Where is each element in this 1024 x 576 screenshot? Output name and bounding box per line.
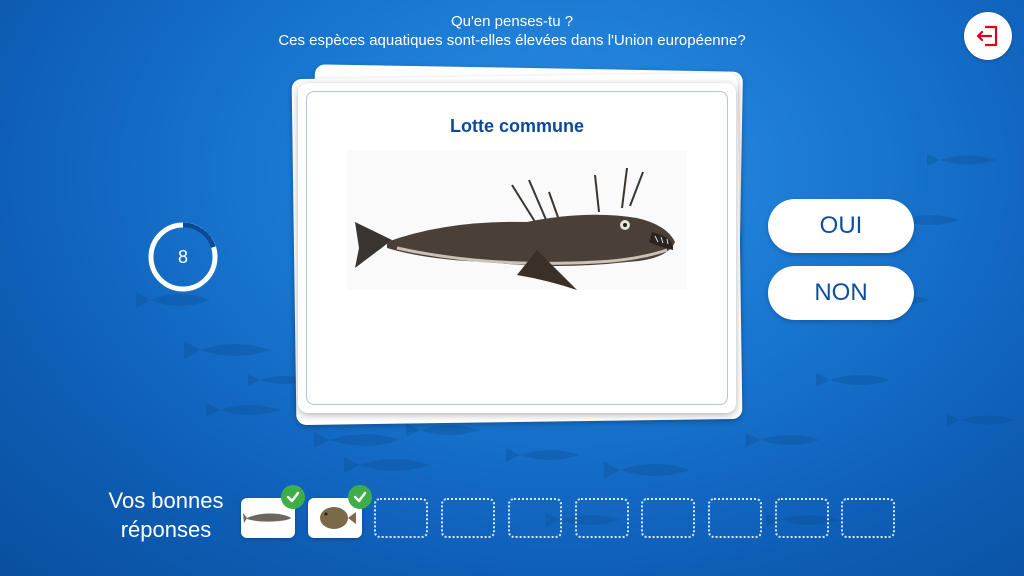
answers-label-line2: réponses bbox=[120, 517, 212, 542]
check-icon bbox=[347, 485, 372, 509]
countdown-timer: 8 bbox=[146, 220, 220, 294]
species-card: Lotte commune bbox=[298, 83, 736, 413]
exit-button[interactable] bbox=[964, 12, 1012, 60]
answer-slot-empty bbox=[441, 498, 496, 538]
anglerfish-illustration bbox=[347, 150, 687, 290]
question-text: Ces espèces aquatiques sont-elles élevée… bbox=[278, 32, 746, 49]
answer-slot-empty bbox=[774, 498, 829, 538]
species-name: Lotte commune bbox=[449, 116, 584, 136]
answers-label-line1: Vos bonnes bbox=[108, 488, 224, 513]
answer-slot-correct bbox=[241, 485, 305, 538]
answer-slot-empty bbox=[641, 498, 696, 538]
question-header: Qu'en penses-tu ? Ces espèces aquatiques… bbox=[0, 12, 1024, 50]
answer-slot-empty bbox=[374, 498, 429, 538]
check-icon bbox=[281, 485, 305, 509]
answer-slot-empty bbox=[574, 498, 629, 538]
card-frame: Lotte commune bbox=[306, 91, 728, 405]
yes-button[interactable]: OUI bbox=[768, 199, 914, 253]
answer-slot-empty bbox=[707, 498, 762, 538]
no-button[interactable]: NON bbox=[768, 266, 914, 320]
answer-slot-correct bbox=[307, 485, 372, 538]
correct-answers-label: Vos bonnes réponses bbox=[96, 486, 236, 544]
answer-slot-empty bbox=[507, 498, 562, 538]
question-intro: Qu'en penses-tu ? bbox=[450, 13, 574, 30]
answer-slot-empty bbox=[841, 498, 896, 538]
exit-icon bbox=[976, 25, 998, 47]
species-card-stack: Lotte commune bbox=[286, 64, 746, 428]
timer-value: 8 bbox=[177, 246, 188, 267]
